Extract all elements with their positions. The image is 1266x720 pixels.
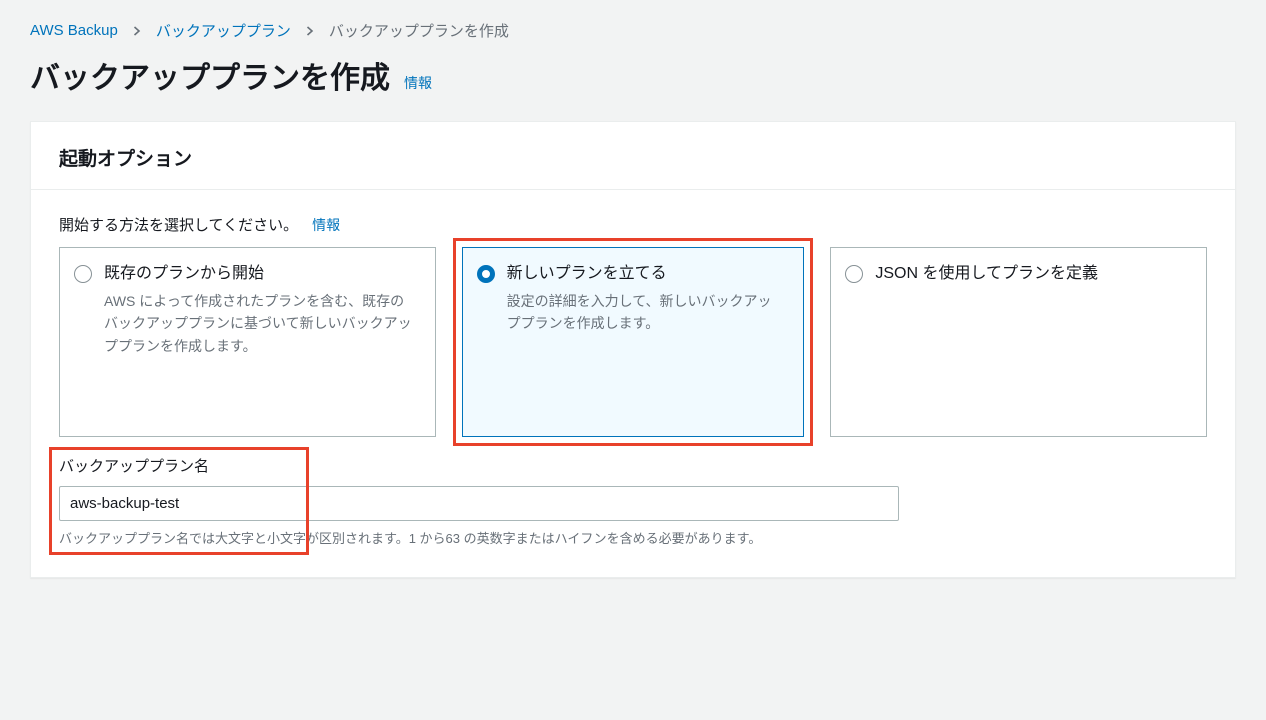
option-json-plan[interactable]: JSON を使用してプランを定義 — [830, 247, 1207, 437]
tile-content: 新しいプランを立てる 設定の詳細を入力して、新しいバックアッププランを作成します… — [507, 262, 786, 335]
breadcrumb-root[interactable]: AWS Backup — [30, 22, 118, 39]
panel-body: 開始する方法を選択してください。 情報 既存のプランから開始 AWS によって作… — [31, 190, 1235, 577]
option-existing-plan[interactable]: 既存のプランから開始 AWS によって作成されたプランを含む、既存のバックアップ… — [59, 247, 436, 437]
tile-content: JSON を使用してプランを定義 — [875, 262, 1188, 290]
breadcrumb: AWS Backup バックアッププラン バックアッププランを作成 — [30, 20, 1236, 41]
tile-title: 新しいプランを立てる — [507, 262, 786, 286]
chevron-right-icon — [132, 23, 142, 39]
info-link[interactable]: 情報 — [312, 215, 340, 235]
option-new-plan[interactable]: 新しいプランを立てる 設定の詳細を入力して、新しいバックアッププランを作成します… — [462, 247, 805, 437]
plan-name-section: バックアッププラン名 バックアッププラン名では大文字と小文字が区別されます。1 … — [59, 455, 1207, 549]
tile-title: 既存のプランから開始 — [104, 262, 417, 286]
page-title-row: バックアッププランを作成 情報 — [30, 53, 1236, 97]
start-options-panel: 起動オプション 開始する方法を選択してください。 情報 既存のプランから開始 A… — [30, 121, 1236, 578]
select-method-label: 開始する方法を選択してください。 — [59, 214, 298, 235]
tile-desc: AWS によって作成されたプランを含む、既存のバックアッププランに基づいて新しい… — [104, 290, 417, 357]
plan-name-label: バックアッププラン名 — [59, 455, 1207, 476]
radio-icon — [74, 265, 92, 283]
select-method-row: 開始する方法を選択してください。 情報 — [59, 214, 1207, 235]
plan-name-hint: バックアッププラン名では大文字と小文字が区別されます。1 から63 の英数字また… — [59, 529, 1207, 549]
panel-title: 起動オプション — [59, 144, 1207, 171]
page-title: バックアッププランを作成 — [30, 53, 390, 97]
chevron-right-icon — [305, 23, 315, 39]
highlight-box: 新しいプランを立てる 設定の詳細を入力して、新しいバックアッププランを作成します… — [453, 238, 814, 446]
panel-header: 起動オプション — [31, 122, 1235, 190]
tile-content: 既存のプランから開始 AWS によって作成されたプランを含む、既存のバックアップ… — [104, 262, 417, 357]
radio-icon — [845, 265, 863, 283]
tile-desc: 設定の詳細を入力して、新しいバックアッププランを作成します。 — [507, 290, 786, 335]
tile-title: JSON を使用してプランを定義 — [875, 262, 1188, 286]
plan-name-input[interactable] — [59, 486, 899, 521]
breadcrumb-parent[interactable]: バックアッププラン — [156, 20, 291, 41]
option-tiles: 既存のプランから開始 AWS によって作成されたプランを含む、既存のバックアップ… — [59, 247, 1207, 437]
radio-icon — [477, 265, 495, 283]
breadcrumb-current: バックアッププランを作成 — [329, 20, 509, 41]
info-link[interactable]: 情報 — [404, 73, 432, 93]
